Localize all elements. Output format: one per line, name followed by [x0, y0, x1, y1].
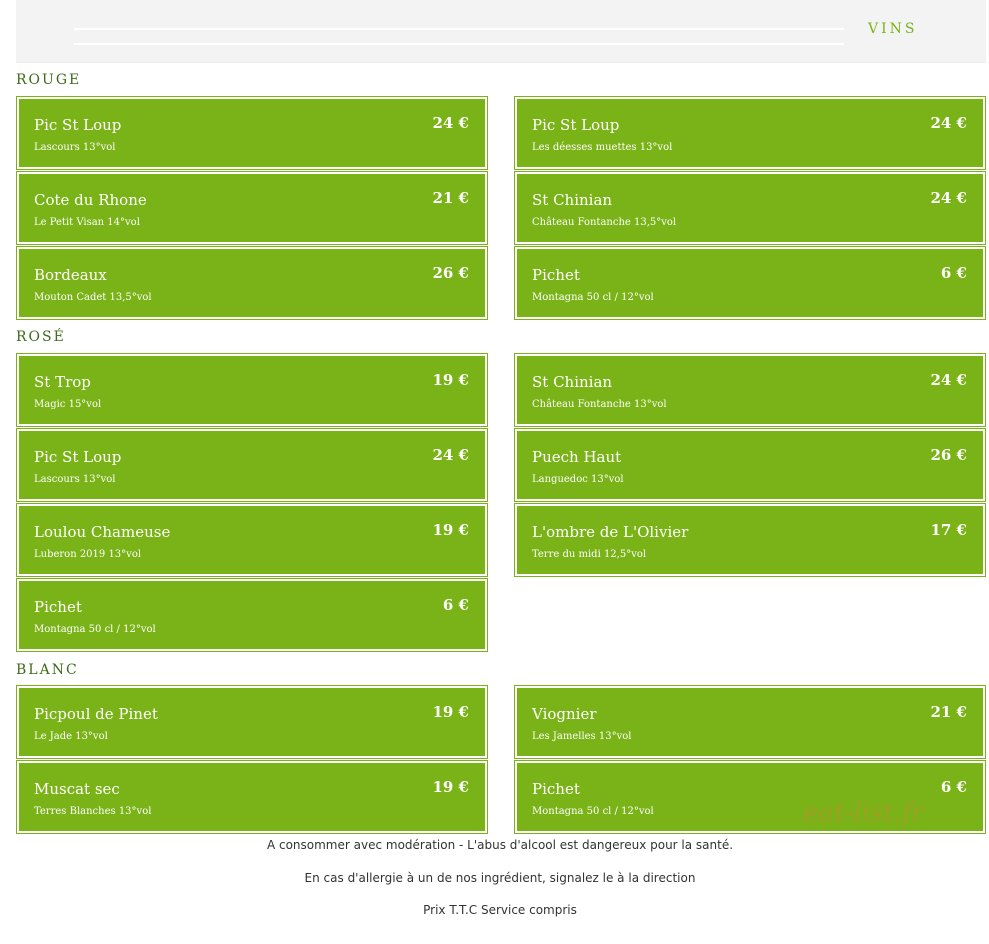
watermark: eat-list.fr	[803, 798, 924, 828]
menu-item: Picpoul de Pinet Le Jade 13°vol 19 €	[16, 685, 488, 759]
menu-item: Cote du Rhone Le Petit Visan 14°vol 21 €	[16, 171, 488, 245]
item-price: 24 €	[432, 446, 469, 464]
item-price: 26 €	[930, 446, 967, 464]
menu-item: Puech Haut Languedoc 13°vol 26 €	[514, 428, 986, 502]
header-decor-line	[74, 28, 844, 30]
item-price: 6 €	[940, 264, 967, 282]
item-name: Picpoul de Pinet	[34, 705, 158, 723]
item-price: 17 €	[930, 521, 967, 539]
footer-price-note: Prix T.T.C Service compris	[423, 903, 577, 917]
item-name: L'ombre de L'Olivier	[532, 523, 689, 541]
item-name: Viognier	[532, 705, 597, 723]
page-title: VINS	[868, 21, 918, 37]
item-description: Château Fontanche 13°vol	[532, 399, 667, 410]
item-price: 24 €	[930, 371, 967, 389]
item-name: Pic St Loup	[34, 116, 122, 134]
menu-item: Pichet Montagna 50 cl / 12°vol 6 €	[16, 578, 488, 652]
menu-item: Viognier Les Jamelles 13°vol 21 €	[514, 685, 986, 759]
item-description: Mouton Cadet 13,5°vol	[34, 292, 152, 303]
item-price: 19 €	[432, 778, 469, 796]
menu-item: Loulou Chameuse Luberon 2019 13°vol 19 €	[16, 503, 488, 577]
item-name: St Chinian	[532, 373, 613, 391]
item-price: 24 €	[930, 114, 967, 132]
item-price: 26 €	[432, 264, 469, 282]
menu-item: Pichet Montagna 50 cl / 12°vol 6 €	[514, 246, 986, 320]
menu-item: Pic St Loup Les déesses muettes 13°vol 2…	[514, 96, 986, 170]
footer-allergy-note: En cas d'allergie à un de nos ingrédient…	[304, 871, 696, 885]
item-description: Château Fontanche 13,5°vol	[532, 217, 677, 228]
item-price: 19 €	[432, 521, 469, 539]
section-title-rouge: ROUGE	[16, 72, 82, 88]
item-price: 6 €	[940, 778, 967, 796]
page-header: VINS	[16, 0, 986, 63]
menu-item: Pic St Loup Lascours 13°vol 24 €	[16, 428, 488, 502]
item-description: Terres Blanches 13°vol	[34, 806, 152, 817]
item-description: Le Jade 13°vol	[34, 731, 108, 742]
item-description: Lascours 13°vol	[34, 142, 116, 153]
item-name: Pichet	[532, 780, 580, 798]
item-name: St Chinian	[532, 191, 613, 209]
item-description: Les Jamelles 13°vol	[532, 731, 632, 742]
item-description: Le Petit Visan 14°vol	[34, 217, 140, 228]
item-name: Pichet	[532, 266, 580, 284]
item-description: Les déesses muettes 13°vol	[532, 142, 673, 153]
item-price: 24 €	[930, 189, 967, 207]
header-decor-line	[74, 43, 844, 45]
menu-item: St Chinian Château Fontanche 13,5°vol 24…	[514, 171, 986, 245]
item-name: Pic St Loup	[34, 448, 122, 466]
item-name: Bordeaux	[34, 266, 107, 284]
item-name: St Trop	[34, 373, 91, 391]
item-price: 19 €	[432, 371, 469, 389]
footer-warning: A consommer avec modération - L'abus d'a…	[266, 838, 734, 852]
item-price: 19 €	[432, 703, 469, 721]
menu-item: St Chinian Château Fontanche 13°vol 24 €	[514, 353, 986, 427]
item-description: Montagna 50 cl / 12°vol	[34, 624, 156, 635]
section-title-rose: ROSÉ	[16, 329, 66, 345]
item-price: 24 €	[432, 114, 469, 132]
item-name: Cote du Rhone	[34, 191, 147, 209]
item-description: Lascours 13°vol	[34, 474, 116, 485]
item-description: Magic 15°vol	[34, 399, 102, 410]
item-name: Loulou Chameuse	[34, 523, 171, 541]
section-title-blanc: BLANC	[16, 662, 79, 678]
item-description: Luberon 2019 13°vol	[34, 549, 142, 560]
item-name: Puech Haut	[532, 448, 622, 466]
menu-item: Pic St Loup Lascours 13°vol 24 €	[16, 96, 488, 170]
item-description: Terre du midi 12,5°vol	[532, 549, 647, 560]
item-description: Montagna 50 cl / 12°vol	[532, 292, 654, 303]
menu-item: Muscat sec Terres Blanches 13°vol 19 €	[16, 760, 488, 834]
item-price: 6 €	[442, 596, 469, 614]
menu-item: St Trop Magic 15°vol 19 €	[16, 353, 488, 427]
item-name: Pic St Loup	[532, 116, 620, 134]
item-name: Pichet	[34, 598, 82, 616]
menu-item: L'ombre de L'Olivier Terre du midi 12,5°…	[514, 503, 986, 577]
menu-item: Bordeaux Mouton Cadet 13,5°vol 26 €	[16, 246, 488, 320]
item-description: Languedoc 13°vol	[532, 474, 624, 485]
item-price: 21 €	[930, 703, 967, 721]
item-name: Muscat sec	[34, 780, 120, 798]
item-description: Montagna 50 cl / 12°vol	[532, 806, 654, 817]
item-price: 21 €	[432, 189, 469, 207]
